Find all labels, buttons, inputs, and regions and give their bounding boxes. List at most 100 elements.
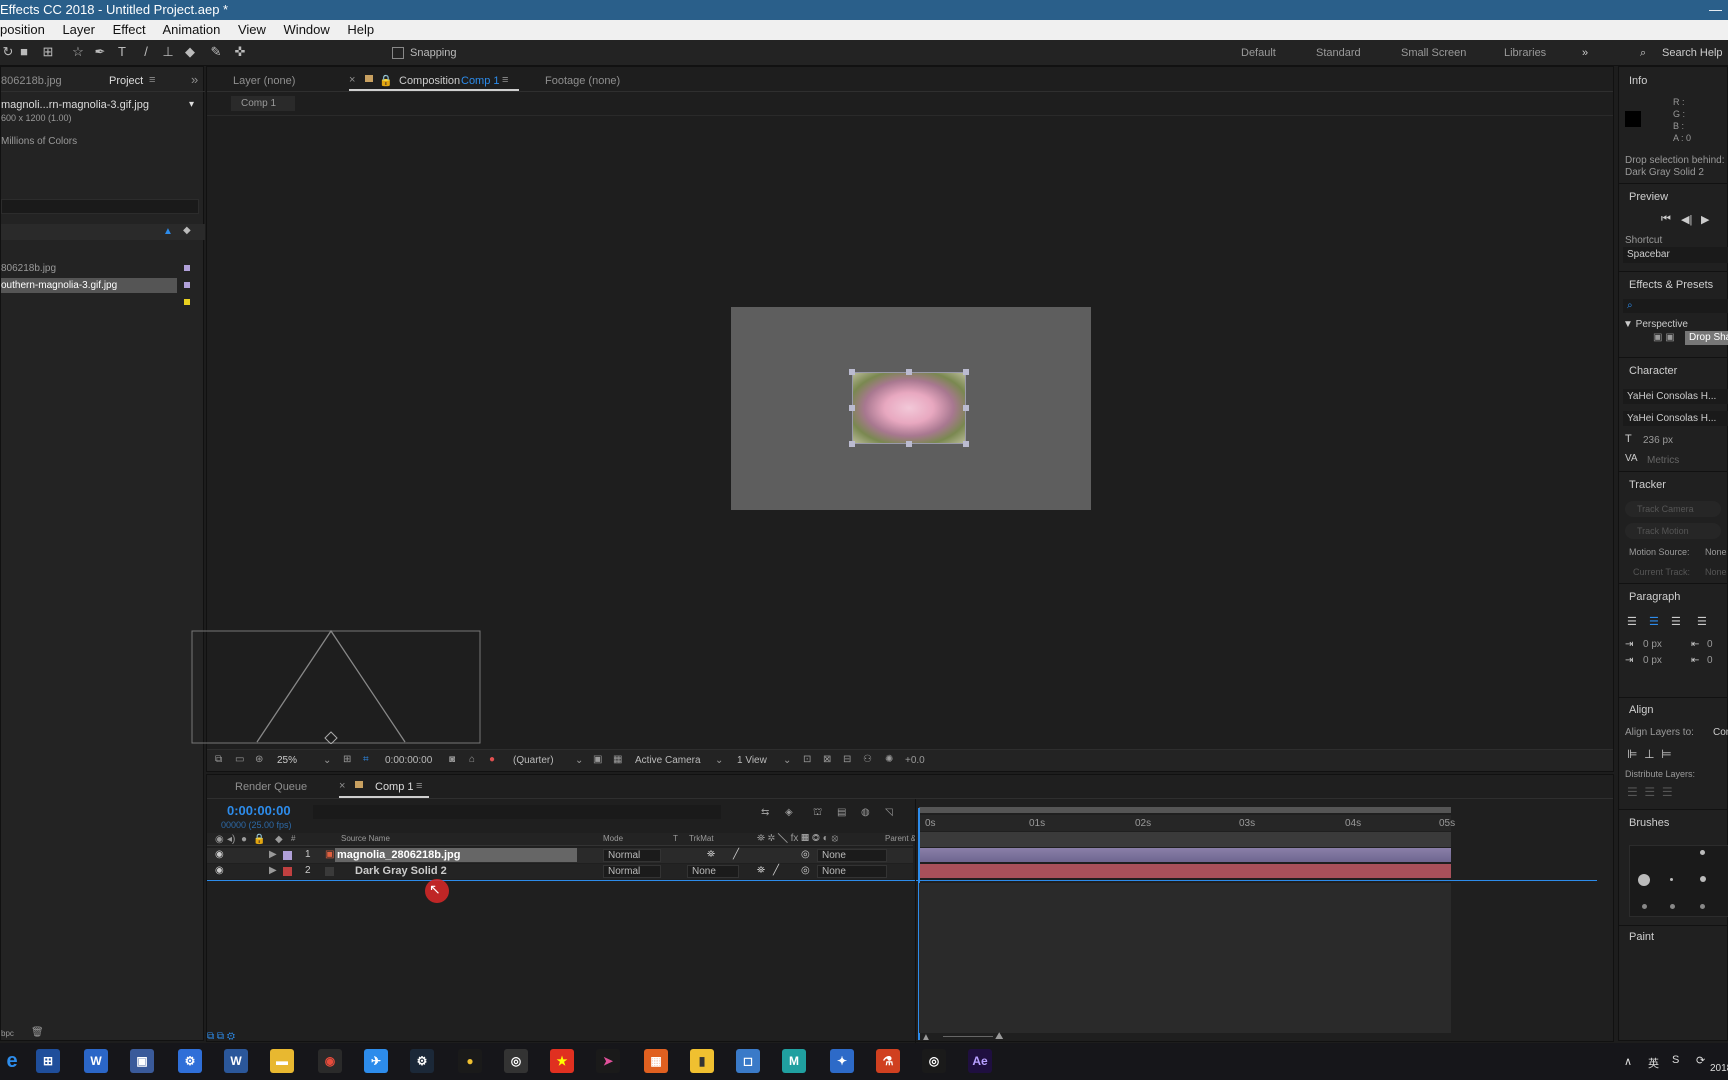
zoom-out-icon[interactable]: ▲ <box>921 1032 931 1043</box>
menu-animation[interactable]: Animation <box>163 22 221 37</box>
transform-handle[interactable] <box>906 369 912 375</box>
steam-icon[interactable]: ⚙ <box>410 1049 434 1073</box>
mail-icon[interactable]: ✈ <box>364 1049 388 1073</box>
resolution-select[interactable]: (Quarter) <box>513 755 554 766</box>
edge-icon[interactable]: e <box>0 1049 24 1073</box>
cursor-app-icon[interactable]: ➤ <box>596 1049 620 1073</box>
quality-switch-icon[interactable]: ╱ <box>773 865 779 876</box>
project-item[interactable]: 806218b.jpg <box>1 261 205 276</box>
effects-presets-title[interactable]: Effects & Presets <box>1629 279 1713 291</box>
layer-row[interactable]: ◉ ▶ 1 ▣ magnolia_2806218b.jpg Normal ⛯ ╱… <box>207 848 913 863</box>
tab-render-queue[interactable]: Render Queue <box>235 781 307 793</box>
menu-window[interactable]: Window <box>284 22 330 37</box>
preview-panel-title[interactable]: Preview <box>1629 191 1668 203</box>
workspaces-overflow-icon[interactable]: » <box>1582 47 1588 59</box>
label-color-swatch[interactable] <box>283 867 292 876</box>
timeline-link-icon[interactable]: ⊟ <box>843 754 851 765</box>
show-channel-icon[interactable]: ● <box>489 754 495 765</box>
align-panel-title[interactable]: Align <box>1629 704 1653 716</box>
obs-icon[interactable]: ◎ <box>504 1049 528 1073</box>
space-before-value[interactable]: 0 px <box>1643 655 1662 666</box>
view-layout-select[interactable]: 1 View <box>737 755 767 766</box>
panel-menu-icon[interactable]: ≡ <box>502 74 508 86</box>
toggle-mask-icon[interactable]: ⌗ <box>363 754 369 765</box>
effects-category[interactable]: ▼ Perspective <box>1623 319 1688 330</box>
draft-3d-icon[interactable]: ◈ <box>785 807 793 818</box>
motion-blur-icon[interactable]: ◍ <box>861 807 870 818</box>
store-icon[interactable]: ⊞ <box>36 1049 60 1073</box>
shape-tool-icon[interactable]: ☆ <box>70 44 86 60</box>
chevron-down-icon[interactable]: ⌄ <box>715 755 723 766</box>
close-tab-icon[interactable]: × <box>339 780 345 792</box>
pen-tool-icon[interactable]: ✒ <box>92 44 108 60</box>
font-style-select[interactable]: YaHei Consolas H... <box>1623 411 1728 426</box>
trash-icon[interactable]: 🗑 <box>31 1027 44 1038</box>
align-center-icon[interactable]: ☰ <box>1649 615 1659 628</box>
lock-icon[interactable]: 🔒 <box>379 74 393 87</box>
tab-composition[interactable]: Composition <box>399 75 460 87</box>
aperture-app-icon[interactable]: ◎ <box>922 1049 946 1073</box>
eraser-tool-icon[interactable]: ◆ <box>182 44 198 60</box>
kerning-value[interactable]: Metrics <box>1647 455 1679 466</box>
video-toggle-icon[interactable]: ◉ <box>215 834 224 845</box>
lock-toggle-icon[interactable]: 🔒 <box>253 834 265 845</box>
app-icon[interactable]: ⚙ <box>178 1049 202 1073</box>
zoom-slider[interactable] <box>943 1036 993 1037</box>
roto-brush-tool-icon[interactable]: ✎ <box>208 44 224 60</box>
network-icon[interactable]: ▣ <box>130 1049 154 1073</box>
clock[interactable]: 2018 <box>1710 1063 1728 1074</box>
column-preserve-transparency[interactable]: T <box>673 834 678 843</box>
search-help-input[interactable]: Search Help <box>1662 47 1723 59</box>
transform-handle[interactable] <box>906 441 912 447</box>
first-frame-icon[interactable]: ⏮ <box>1661 213 1671 226</box>
layer-name[interactable]: Dark Gray Solid 2 <box>355 865 447 877</box>
blend-mode-select[interactable]: Normal <box>603 849 661 862</box>
close-tab-icon[interactable]: × <box>349 74 355 86</box>
transparency-grid-icon[interactable]: ▦ <box>613 754 622 765</box>
toggle-pixel-aspect-icon[interactable]: ⊡ <box>803 754 811 765</box>
current-time-display[interactable]: 0:00:00:00 <box>385 755 432 766</box>
game-icon[interactable]: ★ <box>550 1049 574 1073</box>
space-after-value[interactable]: 0 <box>1707 655 1713 666</box>
workspace-standard[interactable]: Standard <box>1316 47 1361 59</box>
work-area-bar[interactable] <box>919 807 1451 813</box>
label-tag-icon[interactable]: ◆ <box>183 225 191 236</box>
shortcut-select[interactable]: Spacebar <box>1623 247 1728 263</box>
tab-layer[interactable]: Layer (none) <box>233 75 295 87</box>
bit-depth-button[interactable]: bpc <box>1 1029 14 1038</box>
flask-app-icon[interactable]: ⚗ <box>876 1049 900 1073</box>
play-icon[interactable]: ▶ <box>1701 213 1709 226</box>
menu-help[interactable]: Help <box>347 22 374 37</box>
minimize-button[interactable]: — <box>1709 0 1722 20</box>
project-item-selected[interactable]: outhern-magnolia-3.gif.jpg <box>1 278 177 293</box>
expand-panel-icon[interactable]: » <box>191 72 198 87</box>
eye-icon[interactable]: ◉ <box>215 849 224 860</box>
blend-mode-select[interactable]: Normal <box>603 865 661 878</box>
previous-frame-icon[interactable]: ◀| <box>1681 213 1692 226</box>
column-number[interactable]: # <box>291 834 295 843</box>
track-camera-button[interactable]: Track Camera <box>1625 501 1721 517</box>
tray-app-icon[interactable]: S <box>1672 1054 1679 1066</box>
distribute-buttons-icons[interactable]: ☰ ☰ ☰ <box>1627 785 1673 799</box>
info-panel-title[interactable]: Info <box>1629 75 1647 87</box>
column-mode[interactable]: Mode <box>603 834 623 843</box>
effect-item-selected[interactable]: Drop Sha <box>1685 331 1728 345</box>
quality-switch-icon[interactable]: ╱ <box>733 849 739 860</box>
tray-sync-icon[interactable]: ⟳ <box>1696 1054 1705 1067</box>
transform-handle[interactable] <box>963 441 969 447</box>
item-dropdown-icon[interactable]: ▾ <box>189 99 194 110</box>
mask-visibility-icon[interactable]: ⊛ <box>255 754 263 765</box>
column-source-name[interactable]: Source Name <box>341 834 390 843</box>
solo-toggle-icon[interactable]: ● <box>241 834 247 845</box>
show-snapshot-icon[interactable]: ⌂ <box>469 754 475 765</box>
panel-menu-icon[interactable]: ≡ <box>149 74 155 86</box>
parent-pickwhip-icon[interactable]: ⛯ <box>757 865 765 876</box>
tracker-panel-title[interactable]: Tracker <box>1629 479 1666 491</box>
tool-app-icon[interactable]: ✦ <box>830 1049 854 1073</box>
sort-ascending-icon[interactable]: ▲ <box>163 226 173 237</box>
workspace-libraries[interactable]: Libraries <box>1504 47 1546 59</box>
eye-icon[interactable]: ◉ <box>215 865 224 876</box>
tray-chevron-icon[interactable]: ∧ <box>1624 1055 1632 1068</box>
input-language[interactable]: 英 <box>1648 1055 1659 1071</box>
menu-layer[interactable]: Layer <box>62 22 95 37</box>
